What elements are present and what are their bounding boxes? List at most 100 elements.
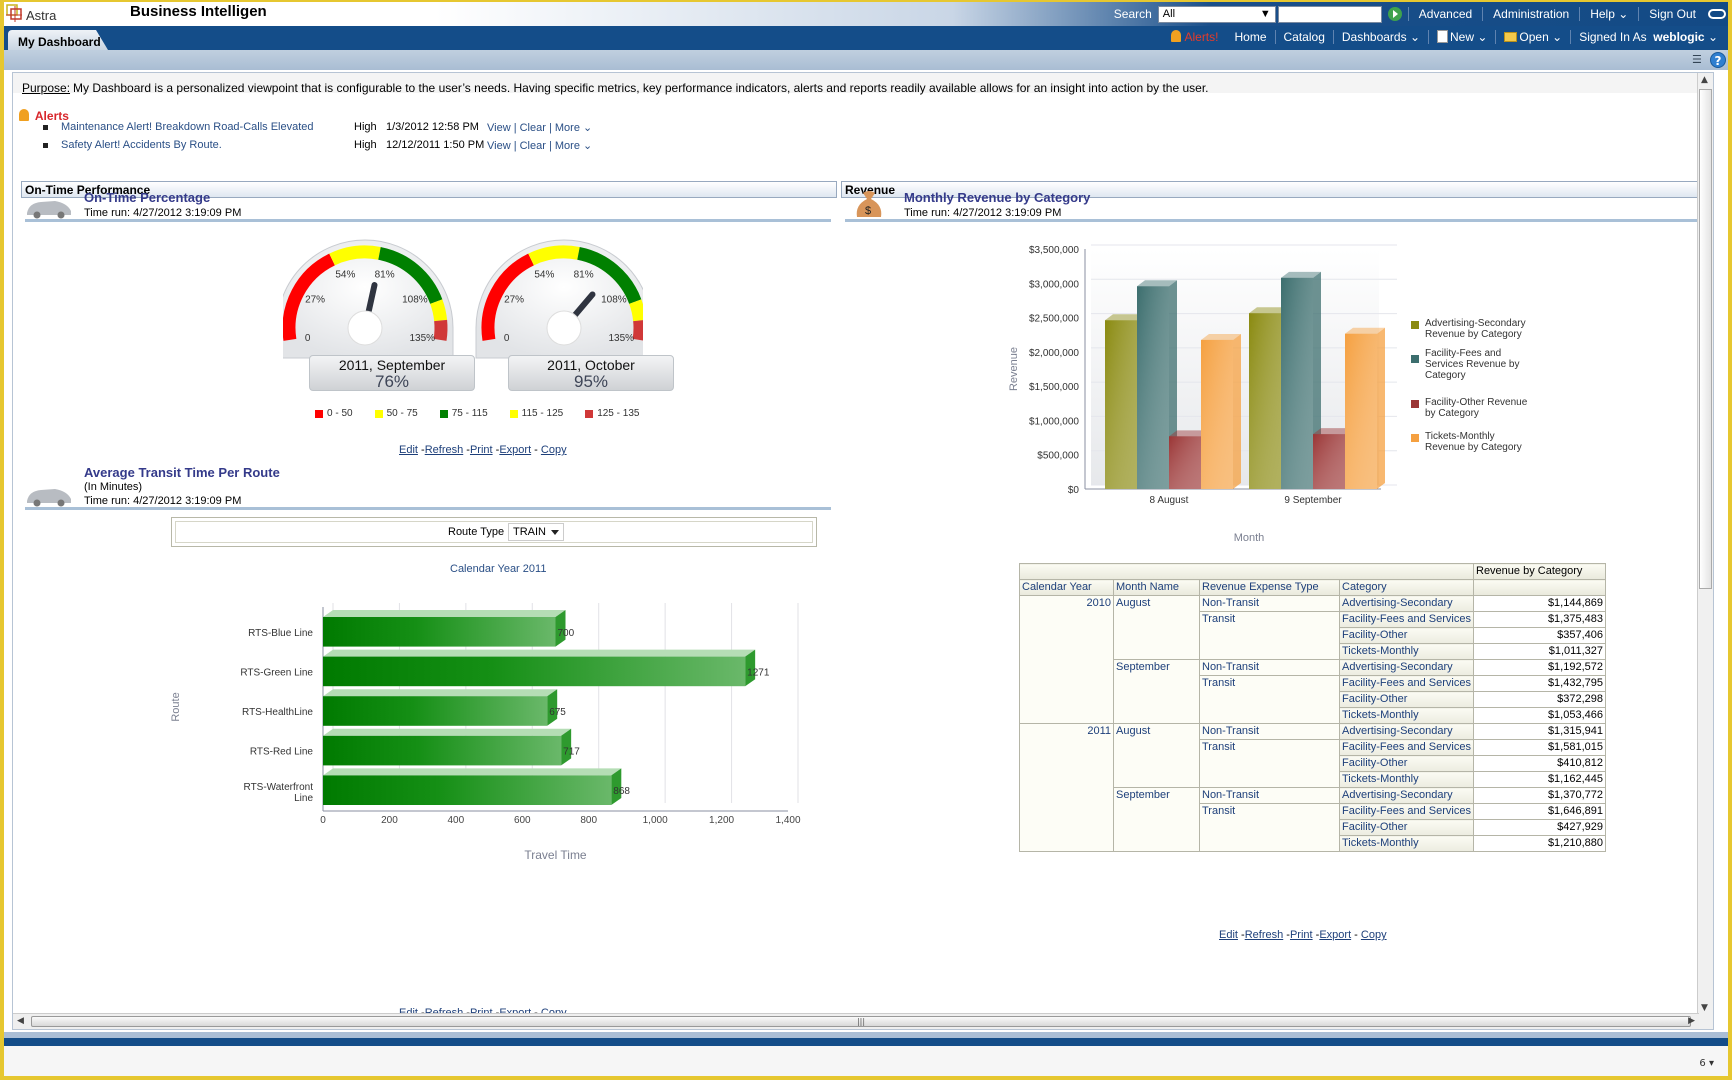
global-header: Astra Business Intelligen Search All ▼ Ad… xyxy=(4,2,1728,26)
vertical-scroll-thumb[interactable] xyxy=(1699,89,1712,589)
export-link[interactable]: Export xyxy=(499,444,531,456)
cell-category[interactable]: Facility-Fees and Services xyxy=(1339,611,1474,628)
bar xyxy=(323,775,612,805)
administration-link[interactable]: Administration xyxy=(1482,7,1579,21)
scroll-right-icon[interactable]: ▶ xyxy=(1688,1016,1695,1026)
cell-category[interactable]: Facility-Other xyxy=(1339,691,1474,708)
advanced-link[interactable]: Advanced xyxy=(1407,7,1482,21)
bullet xyxy=(43,143,48,148)
cell-category[interactable]: Advertising-Secondary xyxy=(1339,595,1474,612)
alert-actions[interactable]: View | Clear | More ⌄ xyxy=(487,139,592,152)
copy-link[interactable]: Copy xyxy=(541,444,567,456)
bar-shade xyxy=(1169,436,1201,489)
legend-label: Tickets-Monthly xyxy=(1425,431,1495,442)
edit-link[interactable]: Edit xyxy=(399,444,418,456)
x-tick-label: 800 xyxy=(580,815,597,826)
table-row: 2011 August Non-Transit Advertising-Seconda… xyxy=(1019,723,1606,852)
cell-category[interactable]: Advertising-Secondary xyxy=(1339,787,1474,804)
gauge-period: 2011, October xyxy=(547,357,635,373)
bar-top xyxy=(323,689,558,697)
cell-category[interactable]: Tickets-Monthly xyxy=(1339,643,1474,660)
alert-message-link[interactable]: Safety Alert! Accidents By Route. xyxy=(61,139,222,151)
search-label: Search xyxy=(1113,7,1152,21)
alert-date: 1/3/2012 12:58 PM xyxy=(386,121,479,133)
alert-message-link[interactable]: Maintenance Alert! Breakdown Road-Calls … xyxy=(61,121,314,133)
column-header xyxy=(1473,579,1606,596)
report-time-run: Time run: 4/27/2012 3:19:09 PM xyxy=(84,207,242,219)
export-link[interactable]: Export xyxy=(1319,929,1351,941)
bar-data-label: 675 xyxy=(549,707,566,718)
route-type-select[interactable]: TRAIN xyxy=(508,523,564,541)
search-go-icon[interactable] xyxy=(1387,7,1402,21)
search-input[interactable] xyxy=(1277,5,1382,23)
bar xyxy=(323,735,562,766)
y-tick-label: $0 xyxy=(1068,485,1080,496)
cell-category[interactable]: Facility-Fees and Services xyxy=(1339,739,1474,756)
report-time-run: Time run: 4/27/2012 3:19:09 PM xyxy=(84,495,242,507)
column-header[interactable]: Calendar Year xyxy=(1019,579,1114,596)
cell-category[interactable]: Advertising-Secondary xyxy=(1339,723,1474,740)
sign-out-link[interactable]: Sign Out xyxy=(1638,7,1706,21)
search-scope-select[interactable]: All ▼ xyxy=(1157,5,1276,23)
chevron-down-icon: ⌄ xyxy=(1409,30,1420,44)
cell-category[interactable]: Facility-Other xyxy=(1339,819,1474,836)
copy-link[interactable]: Copy xyxy=(1361,929,1387,941)
scroll-left-icon[interactable]: ◀ xyxy=(17,1016,24,1026)
dashboards-menu[interactable]: Dashboards ⌄ xyxy=(1332,30,1428,44)
chevron-down-icon: ⌄ xyxy=(1707,30,1718,44)
bar xyxy=(323,617,556,647)
x-tick-label: 400 xyxy=(448,815,465,826)
print-link[interactable]: Print xyxy=(470,444,493,456)
cell-category[interactable]: Facility-Fees and Services xyxy=(1339,675,1474,692)
column-header[interactable]: Month Name xyxy=(1113,579,1200,596)
refresh-link[interactable]: Refresh xyxy=(425,444,464,456)
money-bag-icon: $ xyxy=(856,191,882,217)
chevron-down-icon: ⌄ xyxy=(1552,30,1563,44)
x-axis-title: Month xyxy=(1234,532,1265,543)
page-options-icon[interactable]: ☰ xyxy=(1692,53,1706,66)
legend-label: Advertising-Secondary xyxy=(1425,318,1526,329)
bar-shade xyxy=(1345,333,1377,489)
zoom-control[interactable]: 6 ▾ xyxy=(1699,1058,1714,1069)
help-menu[interactable]: Help ⌄ xyxy=(1579,7,1638,21)
revenue-pivot-table: Revenue by Category Calendar Year Month Na… xyxy=(1019,563,1606,852)
tab-my-dashboard[interactable]: My Dashboard xyxy=(8,30,108,50)
vertical-scrollbar[interactable]: ▲ ▼ xyxy=(1697,73,1713,1029)
cell-category[interactable]: Tickets-Monthly xyxy=(1339,835,1474,852)
catalog-link[interactable]: Catalog xyxy=(1274,30,1333,44)
cell-year: 2011 xyxy=(1019,723,1114,852)
new-menu[interactable]: New ⌄ xyxy=(1428,30,1495,44)
cell-category[interactable]: Advertising-Secondary xyxy=(1339,659,1474,676)
column-header[interactable]: Category xyxy=(1339,579,1474,596)
divider xyxy=(845,219,1705,222)
alert-actions[interactable]: View | Clear | More ⌄ xyxy=(487,121,592,134)
column-header[interactable]: Revenue Expense Type xyxy=(1199,579,1340,596)
scroll-up-icon[interactable]: ▲ xyxy=(1701,75,1708,85)
signed-in-as[interactable]: Signed In As weblogic ⌄ xyxy=(1570,30,1726,44)
cell-category[interactable]: Tickets-Monthly xyxy=(1339,771,1474,788)
scroll-down-icon[interactable]: ▼ xyxy=(1701,1003,1708,1013)
cell-category[interactable]: Facility-Other xyxy=(1339,627,1474,644)
bar xyxy=(323,656,746,687)
home-link[interactable]: Home xyxy=(1226,30,1274,44)
cell-category[interactable]: Facility-Fees and Services xyxy=(1339,803,1474,820)
print-link[interactable]: Print xyxy=(1290,929,1313,941)
cell-category[interactable]: Tickets-Monthly xyxy=(1339,707,1474,724)
legend-label: Facility-Fees and xyxy=(1425,348,1501,359)
bar-shade xyxy=(1201,339,1233,489)
y-axis-title: Route xyxy=(170,692,182,721)
cell-category[interactable]: Facility-Other xyxy=(1339,755,1474,772)
alerts-link[interactable]: Alerts! xyxy=(1163,30,1226,44)
cell-type: Transit xyxy=(1199,739,1340,788)
bar-shade xyxy=(1137,286,1169,489)
horizontal-scroll-thumb[interactable]: ||| xyxy=(31,1016,1691,1027)
refresh-link[interactable]: Refresh xyxy=(1245,929,1284,941)
edit-link[interactable]: Edit xyxy=(1219,929,1238,941)
horizontal-scrollbar[interactable]: ◀ ||| ▶ xyxy=(13,1013,1699,1029)
gauge-scale-label: 54% xyxy=(534,269,554,280)
gauge-legend: 0 - 50 50 - 75 75 - 115 115 - 125 125 - 135 xyxy=(315,408,661,419)
cell-value: $372,298 xyxy=(1473,691,1606,708)
open-menu[interactable]: Open ⌄ xyxy=(1495,30,1570,44)
cell-value: $410,812 xyxy=(1473,755,1606,772)
help-icon[interactable]: ? xyxy=(1710,52,1726,68)
